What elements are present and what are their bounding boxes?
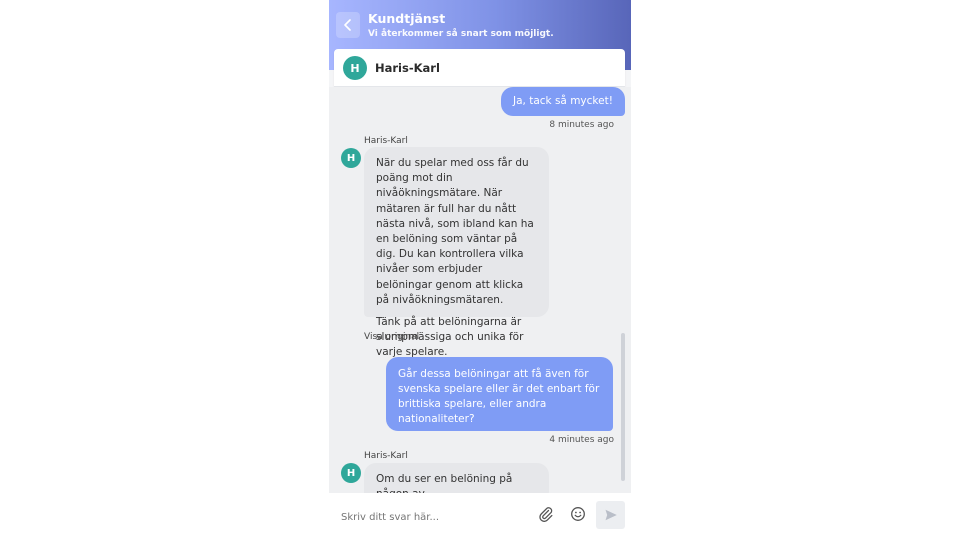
- composer: [329, 493, 631, 540]
- agent-bar: H Haris-Karl: [334, 49, 625, 87]
- back-button[interactable]: [336, 12, 360, 38]
- paperclip-icon: [539, 507, 553, 522]
- agent-name: Haris-Karl: [375, 61, 440, 75]
- attach-button[interactable]: [536, 504, 556, 524]
- user-message: Ja, tack så mycket!: [501, 87, 625, 116]
- agent-message: När du spelar med oss får du poäng mot d…: [364, 147, 549, 358]
- message-sender: Haris-Karl: [364, 451, 408, 461]
- show-original-link[interactable]: Visa original: [364, 332, 419, 342]
- header-title: Kundtjänst: [368, 11, 446, 26]
- message-sender: Haris-Karl: [364, 136, 408, 146]
- chevron-left-icon: [344, 19, 351, 31]
- scrollbar[interactable]: [621, 333, 625, 481]
- emoji-button[interactable]: [568, 504, 588, 524]
- message-time: 8 minutes ago: [549, 120, 614, 130]
- send-button[interactable]: [596, 501, 625, 529]
- user-message-text: Ja, tack så mycket!: [513, 95, 613, 107]
- agent-message-text: När du spelar med oss får du poäng mot d…: [376, 157, 534, 306]
- user-message-text: Går dessa belöningar att få även för sve…: [398, 368, 600, 425]
- message-time: 4 minutes ago: [549, 435, 614, 445]
- chat-widget: Kundtjänst Vi återkommer så snart som mö…: [329, 0, 631, 540]
- agent-message: Om du ser en belöning på någon av: [364, 463, 549, 493]
- header-subtitle: Vi återkommer så snart som möjligt.: [368, 29, 554, 39]
- message-list[interactable]: Ja, tack så mycket! 8 minutes ago Haris-…: [329, 87, 631, 493]
- agent-avatar: H: [343, 56, 367, 80]
- agent-avatar: H: [341, 463, 361, 483]
- agent-avatar: H: [341, 148, 361, 168]
- reply-input[interactable]: [339, 507, 533, 527]
- user-message: Går dessa belöningar att få även för sve…: [386, 357, 613, 431]
- agent-message-text: Om du ser en belöning på någon av: [376, 473, 513, 493]
- send-icon: [605, 509, 617, 521]
- emoji-icon: [571, 507, 585, 521]
